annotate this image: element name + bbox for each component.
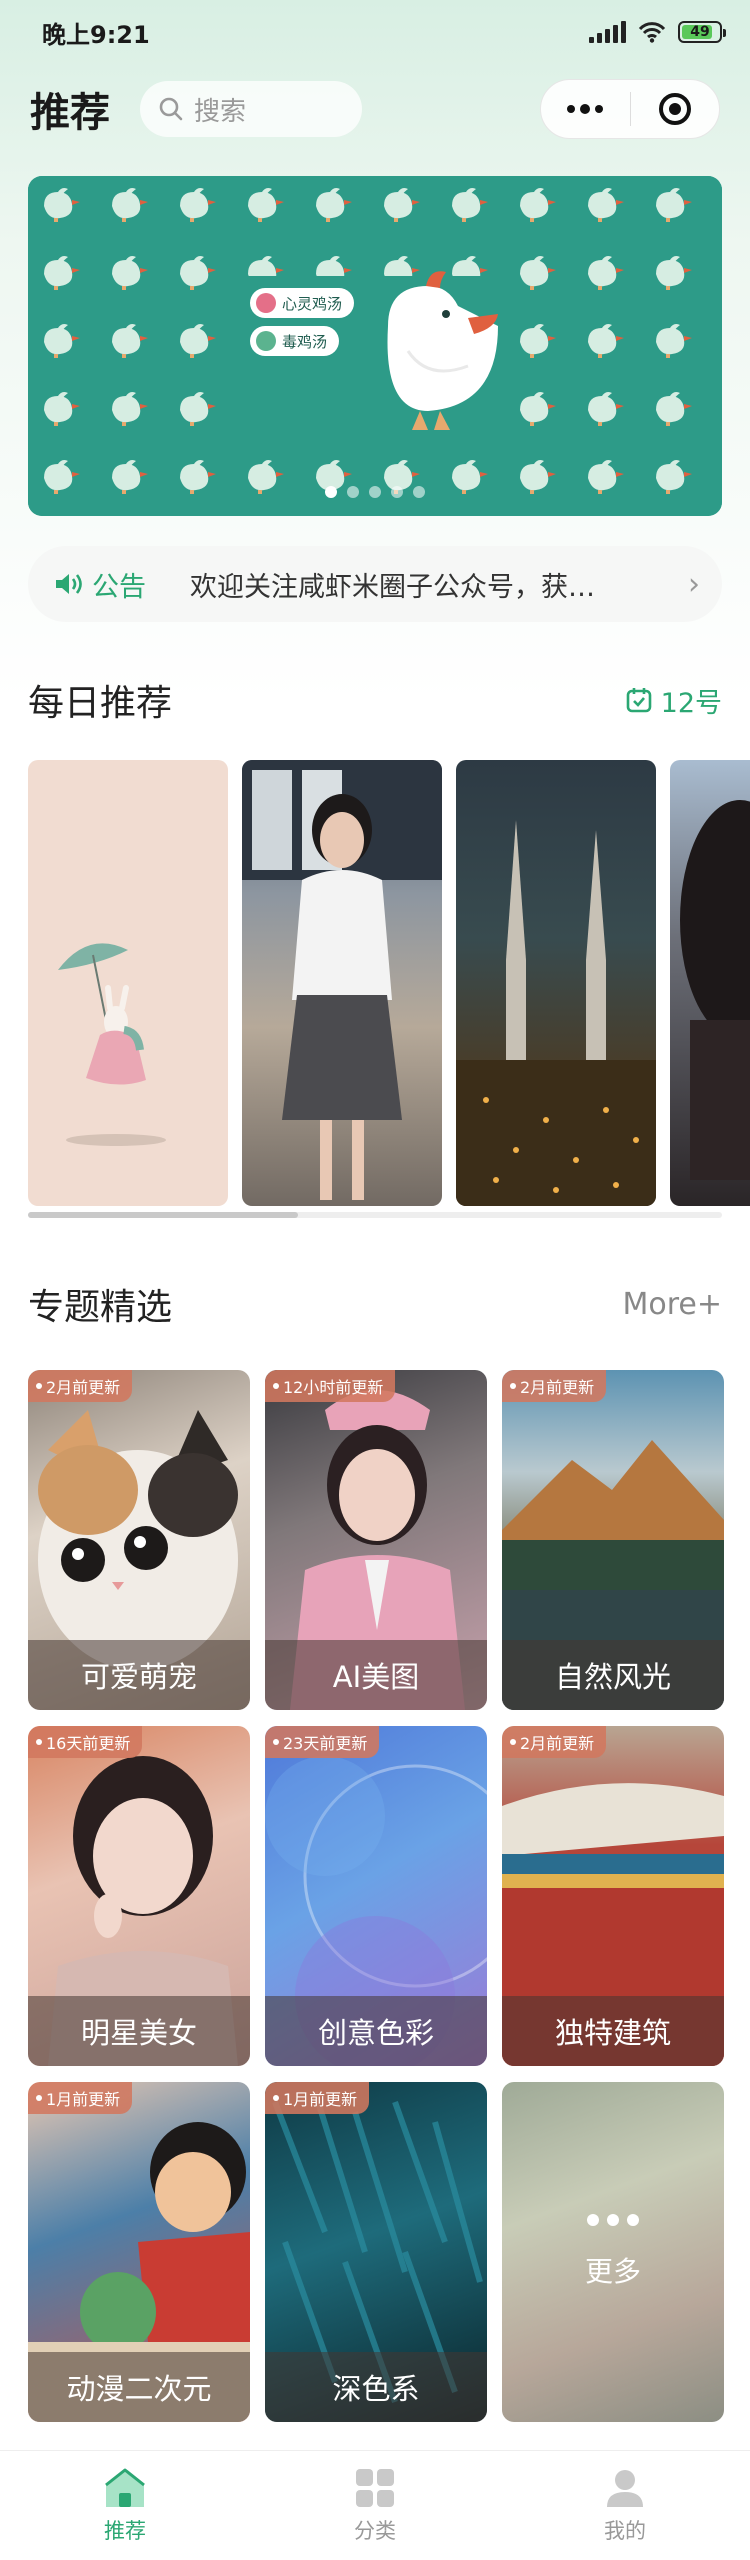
bubble-tag-1: 心灵鸡汤: [250, 288, 355, 318]
topic-update-badge: 12小时前更新: [265, 1370, 396, 1402]
page-title: 推荐: [30, 90, 110, 136]
more-card-content: 更多: [502, 2082, 724, 2422]
banner-carousel[interactable]: 心灵鸡汤 毒鸡汤: [28, 176, 722, 516]
topic-update-badge: 2月前更新: [502, 1726, 607, 1758]
bubble-text-1: 心灵鸡汤: [282, 294, 343, 313]
chick-pattern-background: [28, 176, 722, 516]
calendar-icon: [626, 688, 651, 713]
banner-dot[interactable]: [325, 486, 337, 498]
topics-section-title: 专题精选: [28, 1287, 173, 1328]
topic-label: 自然风光: [502, 1640, 724, 1710]
portrait-illustration: [680, 800, 750, 1180]
bunny-umbrella-illustration: [58, 943, 166, 1146]
topic-card-stars[interactable]: 16天前更新 明星美女: [28, 1726, 250, 2066]
topic-card-architecture[interactable]: 2月前更新 独特建筑: [502, 1726, 724, 2066]
wifi-icon: [638, 22, 666, 43]
banner-dot[interactable]: [347, 486, 359, 498]
tab-category[interactable]: 分类: [250, 2451, 500, 2560]
tab-category-label: 分类: [354, 2518, 396, 2543]
topic-card-pets[interactable]: 2月前更新 可爱萌宠: [28, 1370, 250, 1710]
home-icon: [105, 2468, 145, 2507]
search-input[interactable]: 搜索: [140, 81, 362, 137]
banner-dot[interactable]: [369, 486, 381, 498]
daily-date-label: 12号: [660, 687, 722, 719]
daily-scrollbar[interactable]: [28, 1212, 722, 1218]
battery-level: 49: [690, 24, 710, 40]
banner-pagination: [28, 486, 722, 498]
topic-card-nature[interactable]: 2月前更新 自然风光: [502, 1370, 724, 1710]
daily-wallpaper-card[interactable]: [670, 760, 750, 1206]
user-icon: [607, 2469, 643, 2507]
tab-mine[interactable]: 我的: [500, 2451, 750, 2560]
page: 晚上9:21 49 推荐 搜索 心灵鸡汤 毒鸡汤 公告 欢迎关注咸虾米圈子公众号…: [0, 0, 750, 2422]
topic-update-badge: 2月前更新: [28, 1370, 133, 1402]
header: 推荐 搜索: [0, 64, 750, 154]
search-placeholder: 搜索: [194, 96, 247, 127]
topic-update-badge: 23天前更新: [265, 1726, 380, 1758]
daily-section-header: 每日推荐 12号: [0, 674, 750, 726]
tab-recommend-label: 推荐: [104, 2518, 146, 2543]
search-icon: [159, 97, 183, 121]
city-towers-illustration: [456, 820, 656, 1206]
bubble-text-2: 毒鸡汤: [282, 332, 328, 351]
topics-section-header: 专题精选 More+: [0, 1278, 750, 1330]
notice-tag: 公告: [54, 565, 146, 604]
status-bar: 晚上9:21 49: [0, 0, 750, 64]
banner-dot[interactable]: [391, 486, 403, 498]
status-time: 晚上9:21: [42, 20, 150, 49]
topics-grid: 2月前更新 可爱萌宠 12小时前更新 AI美图 2月前更新 自然风光 16天前更…: [28, 1370, 724, 2422]
daily-wallpaper-card[interactable]: [242, 760, 442, 1206]
tab-recommend[interactable]: 推荐: [0, 2451, 250, 2560]
topic-update-badge: 1月前更新: [28, 2082, 133, 2114]
chevron-right-icon: ›: [688, 566, 700, 602]
topic-label: 明星美女: [28, 1996, 250, 2066]
more-card-label: 更多: [584, 2255, 641, 2288]
more-dots-icon: [567, 104, 604, 114]
daily-scrollbar-thumb[interactable]: [28, 1212, 298, 1218]
grid-icon: [356, 2468, 394, 2507]
topic-card-more[interactable]: 更多: [502, 2082, 724, 2422]
tab-mine-label: 我的: [604, 2518, 646, 2543]
daily-carousel[interactable]: [0, 760, 750, 1206]
speaker-icon: [56, 574, 82, 594]
topic-update-badge: 16天前更新: [28, 1726, 143, 1758]
daily-section-title: 每日推荐: [28, 683, 173, 724]
bubble-tag-2: 毒鸡汤: [250, 326, 340, 356]
daily-date: 12号: [625, 681, 722, 720]
topic-card-anime[interactable]: 1月前更新 动漫二次元: [28, 2082, 250, 2422]
daily-wallpaper-card[interactable]: [28, 760, 228, 1206]
more-dots-icon: [587, 2214, 639, 2226]
topic-label: 深色系: [265, 2352, 487, 2422]
topic-label: AI美图: [265, 1640, 487, 1710]
topic-update-badge: 1月前更新: [265, 2082, 370, 2114]
topic-card-dark[interactable]: 1月前更新 深色系: [265, 2082, 487, 2422]
notice-tag-label: 公告: [92, 571, 146, 603]
topic-label: 可爱萌宠: [28, 1640, 250, 1710]
battery-icon: 49: [678, 21, 726, 43]
signal-icon: [589, 21, 626, 43]
close-miniprogram-button[interactable]: [631, 80, 720, 138]
miniprogram-capsule: [540, 79, 720, 139]
notice-text: 欢迎关注咸虾米圈子公众号，获…: [190, 571, 595, 603]
topics-more-link[interactable]: More+: [622, 1287, 722, 1322]
daily-wallpaper-card[interactable]: [456, 760, 656, 1206]
topic-label: 独特建筑: [502, 1996, 724, 2066]
target-icon: [658, 93, 691, 125]
more-options-button[interactable]: [541, 80, 630, 138]
banner-dot[interactable]: [413, 486, 425, 498]
portrait-illustration: [242, 760, 442, 1200]
topic-update-badge: 2月前更新: [502, 1370, 607, 1402]
notice-bar[interactable]: 公告 欢迎关注咸虾米圈子公众号，获… ›: [28, 546, 722, 622]
topic-label: 动漫二次元: [28, 2352, 250, 2422]
bottom-tab-bar: 推荐 分类 我的: [0, 2450, 750, 2560]
topic-label: 创意色彩: [265, 1996, 487, 2066]
topic-card-colors[interactable]: 23天前更新 创意色彩: [265, 1726, 487, 2066]
topic-card-ai[interactable]: 12小时前更新 AI美图: [265, 1370, 487, 1710]
status-icons: 49: [589, 21, 726, 43]
